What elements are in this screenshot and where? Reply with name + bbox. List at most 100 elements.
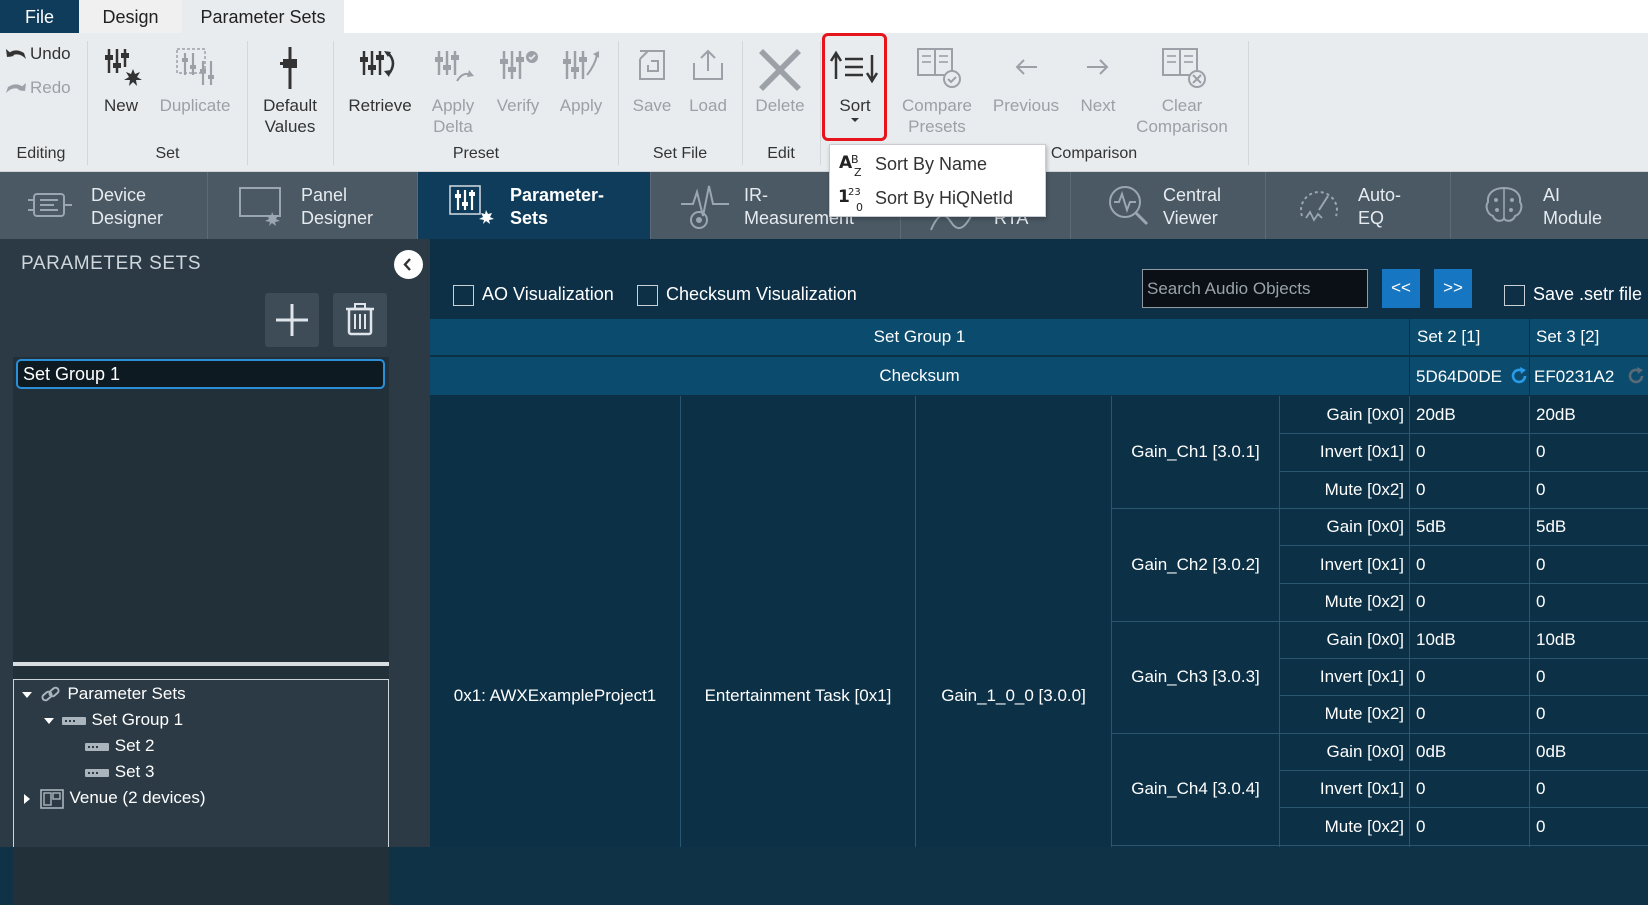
param-name-cell: Gain [0x0]: [1326, 742, 1405, 761]
param-value-cell[interactable]: 0: [1416, 555, 1425, 575]
undo-button[interactable]: Undo: [4, 42, 71, 66]
clear-comparison-button[interactable]: Clear Comparison: [1132, 45, 1232, 137]
clear-comparison-icon: [1162, 48, 1206, 88]
tree-node-parameter-sets[interactable]: Parameter Sets: [20, 682, 186, 706]
param-value-cell[interactable]: 0dB: [1536, 742, 1566, 762]
tab-ai-module[interactable]: AI Module: [1451, 172, 1648, 239]
grid-line: [1280, 583, 1648, 584]
param-value-cell[interactable]: 0: [1416, 779, 1425, 799]
compare-label-1: Compare: [902, 96, 972, 115]
param-value-cell[interactable]: 20dB: [1536, 405, 1576, 425]
redo-button[interactable]: Redo: [4, 76, 71, 100]
tree-node-set-group[interactable]: Set Group 1: [42, 708, 183, 732]
param-value-cell[interactable]: 20dB: [1416, 405, 1456, 425]
undo-label: Undo: [30, 44, 71, 63]
ribbon-separator: [247, 41, 248, 165]
previous-column-button[interactable]: <<: [1382, 269, 1420, 308]
param-value-cell[interactable]: 5dB: [1536, 517, 1566, 537]
tree-node-venue[interactable]: Venue (2 devices): [20, 786, 206, 810]
ao-visualization-checkbox[interactable]: AO Visualization: [453, 282, 614, 306]
checksum-value: EF0231A2: [1534, 367, 1615, 386]
duplicate-button[interactable]: Duplicate: [152, 45, 238, 116]
default-values-button[interactable]: Default Values: [254, 45, 326, 137]
grid-line: [1280, 695, 1648, 696]
param-value-cell[interactable]: 0: [1416, 704, 1425, 724]
previous-label: Previous: [992, 96, 1060, 115]
tab-ir-line1: IR-: [744, 185, 768, 205]
parameter-sets-icon: [449, 185, 494, 224]
param-value-cell[interactable]: 10dB: [1416, 630, 1456, 650]
delete-set-button[interactable]: [333, 293, 387, 347]
arrow-left-icon: [1015, 59, 1037, 75]
param-value-cell[interactable]: 0: [1416, 592, 1425, 612]
tab-central-viewer[interactable]: Central Viewer: [1071, 172, 1266, 239]
tree-node-set-2[interactable]: Set 2: [84, 734, 154, 758]
group-label-preset: Preset: [452, 145, 500, 162]
tab-panel-line1: Panel: [301, 185, 348, 205]
device-rack-icon: [85, 768, 109, 777]
grid-line: [1280, 471, 1648, 472]
param-value-cell[interactable]: 0: [1416, 667, 1425, 687]
set-3-column-header[interactable]: Set 3 [2]: [1530, 319, 1648, 356]
param-value-cell[interactable]: 0: [1416, 442, 1425, 462]
param-value-cell[interactable]: 0: [1536, 779, 1545, 799]
param-value-cell[interactable]: 0: [1536, 704, 1545, 724]
tab-device-designer[interactable]: Device Designer: [0, 172, 208, 239]
add-set-button[interactable]: [265, 293, 319, 347]
delete-label: Delete: [755, 96, 805, 115]
search-audio-objects-input[interactable]: Search Audio Objects: [1142, 269, 1368, 308]
set-2-column-header[interactable]: Set 2 [1]: [1410, 319, 1529, 356]
param-value-cell[interactable]: 0: [1536, 667, 1545, 687]
save-button[interactable]: Save: [626, 45, 678, 116]
param-value-cell[interactable]: 0: [1536, 480, 1545, 500]
previous-button[interactable]: Previous: [988, 45, 1064, 116]
redo-icon: [6, 82, 26, 93]
menu-design[interactable]: Design: [79, 0, 182, 33]
ribbon-separator: [742, 41, 743, 165]
tab-auto-eq[interactable]: Auto- EQ: [1266, 172, 1451, 239]
tree-root-label: Parameter Sets: [67, 684, 186, 703]
checksum-visualization-checkbox[interactable]: Checksum Visualization: [637, 282, 857, 306]
save-setr-checkbox[interactable]: Save .setr file: [1504, 282, 1642, 306]
param-value-cell[interactable]: 0: [1536, 817, 1545, 837]
sort-by-name-option[interactable]: ABZ Sort By Name: [830, 147, 1045, 181]
next-column-button[interactable]: >>: [1434, 269, 1472, 308]
panel-splitter[interactable]: [13, 662, 389, 666]
param-value-cell[interactable]: 0: [1416, 817, 1425, 837]
apply-delta-label-2: Delta: [433, 117, 473, 136]
tab-parameter-sets[interactable]: Parameter- Sets: [418, 172, 651, 239]
default-values-label-1: Default: [263, 96, 317, 115]
menu-parameter-sets[interactable]: Parameter Sets: [182, 0, 344, 33]
param-name-cell: Invert [0x1]: [1319, 667, 1404, 686]
load-button[interactable]: Load: [682, 45, 734, 116]
param-value-cell[interactable]: 0: [1536, 592, 1545, 612]
expanded-triangle-icon: [22, 691, 32, 698]
param-value-cell[interactable]: 0: [1536, 442, 1545, 462]
tab-panel-designer[interactable]: Panel Designer: [208, 172, 418, 239]
compare-presets-button[interactable]: Compare Presets: [896, 45, 978, 137]
sort-by-hiqnetid-option[interactable]: 1 23 0 Sort By HiQNetId: [830, 181, 1045, 215]
menu-file[interactable]: File: [0, 0, 79, 33]
param-value-cell[interactable]: 0dB: [1416, 742, 1446, 762]
collapse-panel-button[interactable]: [394, 250, 423, 279]
refresh-icon[interactable]: [1626, 366, 1646, 386]
delete-button[interactable]: Delete: [748, 45, 812, 116]
retrieve-button[interactable]: Retrieve: [344, 45, 416, 116]
load-label: Load: [689, 96, 727, 115]
apply-button[interactable]: Apply: [552, 45, 610, 116]
ribbon-separator: [618, 41, 619, 165]
set-group-name-input[interactable]: Set Group 1: [16, 359, 385, 389]
new-set-button[interactable]: New: [96, 45, 146, 116]
tree-node-set-3[interactable]: Set 3: [84, 760, 154, 784]
apply-delta-button[interactable]: Apply Delta: [420, 45, 486, 137]
tree-set-label: Set 3: [114, 762, 155, 781]
channel-cell: Gain_Ch3 [3.0.3]: [1131, 667, 1260, 686]
verify-button[interactable]: Verify: [490, 45, 546, 116]
tree-group-label: Set Group 1: [91, 710, 184, 729]
param-value-cell[interactable]: 10dB: [1536, 630, 1576, 650]
param-value-cell[interactable]: 5dB: [1416, 517, 1446, 537]
refresh-icon[interactable]: [1509, 366, 1529, 386]
param-value-cell[interactable]: 0: [1416, 480, 1425, 500]
next-button[interactable]: Next: [1074, 45, 1122, 116]
param-value-cell[interactable]: 0: [1536, 555, 1545, 575]
